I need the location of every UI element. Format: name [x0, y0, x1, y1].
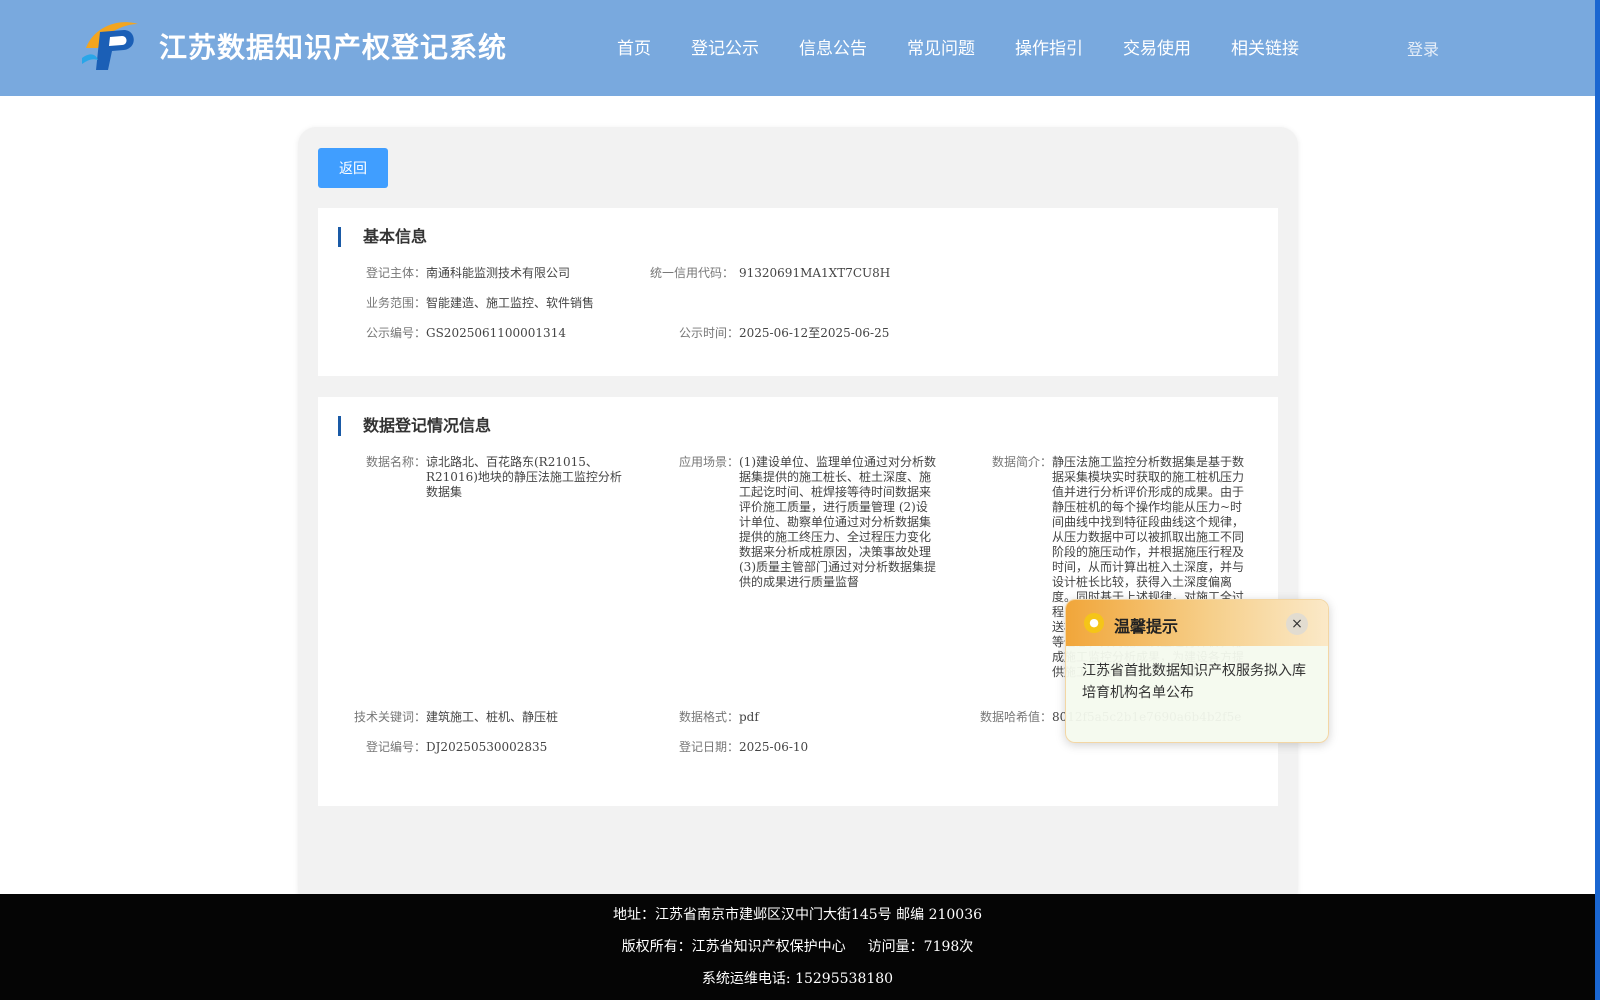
- reg-date-label: 登记日期：: [678, 740, 739, 754]
- subject-label: 登记主体：: [365, 266, 426, 280]
- popup-header: ● 温馨提示 ×: [1066, 600, 1328, 646]
- login-link[interactable]: 登录: [1407, 36, 1439, 60]
- format-value: pdf: [739, 710, 759, 724]
- subject-value: 南通科能监测技术有限公司: [426, 266, 571, 280]
- nav-registration-notice[interactable]: 登记公示: [691, 34, 759, 59]
- nav-trade-use[interactable]: 交易使用: [1123, 34, 1191, 59]
- footer-phone: 系统运维电话: 15295538180: [701, 971, 894, 987]
- main-nav: 首页 登记公示 信息公告 常见问题 操作指引 交易使用 相关链接: [617, 34, 1339, 59]
- data-info-title: 数据登记情况信息: [338, 416, 491, 436]
- credit-code-label: 统一信用代码：: [649, 266, 734, 280]
- reg-no-label: 登记编号：: [365, 740, 426, 754]
- popup-title: 温馨提示: [1114, 617, 1179, 636]
- lightbulb-icon: ●: [1084, 613, 1104, 633]
- site-logo-icon: [82, 22, 138, 70]
- pub-time-label: 公示时间：: [678, 326, 739, 340]
- keywords-value: 建筑施工、桩机、静压桩: [426, 710, 559, 724]
- back-button[interactable]: 返回: [318, 148, 388, 188]
- detail-card: 返回 基本信息 登记主体： 南通科能监测技术有限公司 统一信用代码： 91320…: [298, 127, 1298, 907]
- popup-message[interactable]: 江苏省首批数据知识产权服务拟入库培育机构名单公布: [1082, 660, 1318, 704]
- pub-time-value: 2025-06-12至2025-06-25: [739, 326, 890, 340]
- pub-no-value: GS2025061100001314: [426, 326, 566, 340]
- footer-address: 地址：江苏省南京市建邺区汉中门大街145号 邮编 210036: [612, 907, 983, 923]
- scene-value: (1)建设单位、监理单位通过对分析数据集提供的施工桩长、桩土深度、施工起讫时间、…: [739, 455, 936, 589]
- credit-code-value: 91320691MA1XT7CU8H: [739, 266, 891, 280]
- footer-visits: 访问量：7198次: [867, 939, 974, 955]
- basic-info-title: 基本信息: [338, 227, 427, 247]
- data-name-value: 谅北路北、百花路东(R21015、R21016)地块的静压法施工监控分析数据集: [426, 455, 622, 499]
- hash-label: 数据哈希值：: [979, 710, 1052, 724]
- nav-home[interactable]: 首页: [617, 34, 651, 59]
- basic-info-panel: 基本信息 登记主体： 南通科能监测技术有限公司 统一信用代码： 91320691…: [318, 208, 1278, 376]
- nav-faq[interactable]: 常见问题: [907, 34, 975, 59]
- tip-popup: ● 温馨提示 × 江苏省首批数据知识产权服务拟入库培育机构名单公布: [1065, 599, 1329, 743]
- close-icon[interactable]: ×: [1286, 613, 1308, 635]
- scope-value: 智能建造、施工监控、软件销售: [426, 296, 595, 310]
- scene-label: 应用场景：: [678, 455, 739, 469]
- reg-date-value: 2025-06-10: [739, 740, 809, 754]
- pub-no-label: 公示编号：: [365, 326, 426, 340]
- nav-related-links[interactable]: 相关链接: [1231, 34, 1299, 59]
- scope-label: 业务范围：: [365, 296, 426, 310]
- data-name-label: 数据名称：: [365, 455, 426, 469]
- format-label: 数据格式：: [678, 710, 739, 724]
- intro-label: 数据简介：: [991, 455, 1052, 469]
- right-edge-bar: [1595, 0, 1600, 1000]
- nav-info-announcement[interactable]: 信息公告: [799, 34, 867, 59]
- site-header: 江苏数据知识产权登记系统 首页 登记公示 信息公告 常见问题 操作指引 交易使用…: [0, 0, 1595, 96]
- site-footer: 地址：江苏省南京市建邺区汉中门大街145号 邮编 210036 版权所有：江苏省…: [0, 894, 1595, 1000]
- footer-copyright-line: 版权所有：江苏省知识产权保护中心 访问量：7198次: [0, 936, 1595, 956]
- footer-copyright: 版权所有：江苏省知识产权保护中心: [621, 939, 846, 955]
- site-title: 江苏数据知识产权登记系统: [159, 31, 508, 64]
- reg-no-value: DJ20250530002835: [426, 740, 548, 754]
- nav-operation-guide[interactable]: 操作指引: [1015, 34, 1083, 59]
- keywords-label: 技术关键词：: [353, 710, 426, 724]
